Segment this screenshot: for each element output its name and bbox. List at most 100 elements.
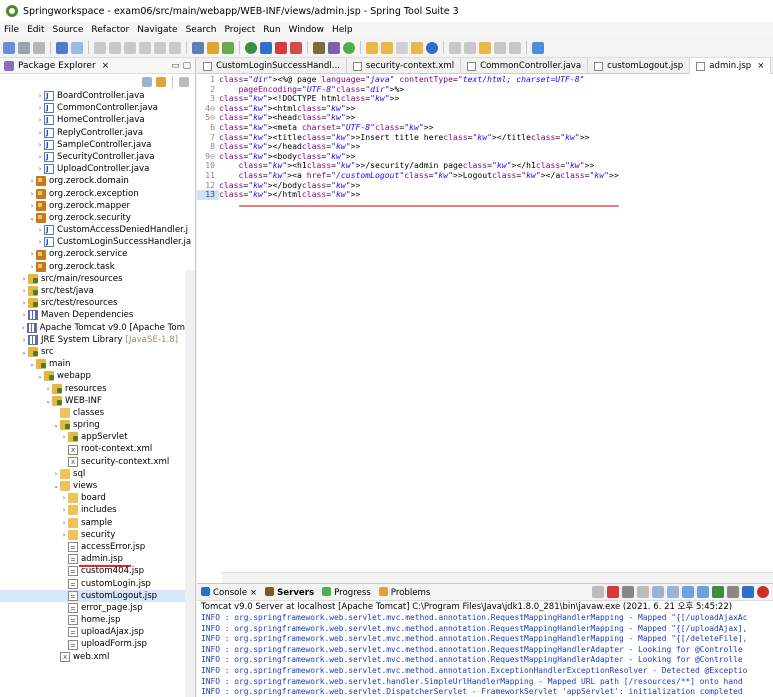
tree-item[interactable]: ⌄ spring: [0, 419, 195, 431]
suspend-icon[interactable]: [109, 41, 121, 54]
tree-item[interactable]: › Apache Tomcat v9.0 [Apache Tomca: [0, 322, 195, 334]
tree-item[interactable]: › CustomAccessDeniedHandler.j: [0, 224, 195, 236]
pen-icon[interactable]: [396, 41, 408, 54]
tab-console[interactable]: Console ⨯: [201, 586, 257, 598]
clear-console-icon[interactable]: [637, 586, 649, 598]
chevron-right-icon[interactable]: ›: [36, 127, 44, 139]
tree-item[interactable]: › ReplyController.java: [0, 127, 195, 139]
chevron-right-icon[interactable]: ›: [44, 383, 52, 395]
tree-item[interactable]: › HomeController.java: [0, 114, 195, 126]
skip-breakpoints-icon[interactable]: [71, 41, 83, 54]
tree-item[interactable]: › includes: [0, 504, 195, 516]
show-on-output-icon[interactable]: [682, 586, 694, 598]
chevron-right-icon[interactable]: ›: [60, 492, 68, 504]
chevron-down-icon[interactable]: ⌄: [36, 370, 44, 382]
tree-item[interactable]: › board: [0, 492, 195, 504]
tree-item[interactable]: › org.zerock.task: [0, 261, 195, 273]
back-icon[interactable]: [494, 41, 506, 54]
menu-edit[interactable]: Edit: [27, 25, 44, 35]
chevron-down-icon[interactable]: ⌄: [28, 212, 36, 224]
menu-window[interactable]: Window: [289, 25, 325, 35]
display-console-icon[interactable]: [727, 586, 739, 598]
code-editor[interactable]: 1 class="dir"><%@ page language="java" co…: [197, 74, 773, 207]
code-line[interactable]: 13 class="kw"></htmlclass="kw">>: [197, 189, 773, 200]
tree-item[interactable]: › src/main/resources: [0, 273, 195, 285]
tree-item[interactable]: › org.zerock.mapper: [0, 200, 195, 212]
tree-item[interactable]: › JRE System Library [JavaSE-1.8]: [0, 334, 195, 346]
new-package-icon[interactable]: [328, 41, 340, 54]
menu-navigate[interactable]: Navigate: [137, 25, 177, 35]
pin-console-icon[interactable]: [712, 586, 724, 598]
tree-item[interactable]: › appServlet: [0, 431, 195, 443]
chevron-right-icon[interactable]: ›: [36, 139, 44, 151]
new-class-icon[interactable]: [343, 41, 355, 54]
next-annotation-icon[interactable]: [449, 41, 461, 54]
chevron-right-icon[interactable]: ›: [60, 431, 68, 443]
globe-icon[interactable]: [426, 41, 438, 54]
tree-item[interactable]: › BoardController.java: [0, 90, 195, 102]
chevron-down-icon[interactable]: ⌄: [28, 358, 36, 370]
remove-launch-icon[interactable]: [592, 586, 604, 598]
chevron-right-icon[interactable]: ›: [36, 224, 44, 236]
minimize-maximize-icon[interactable]: ▭ ▢: [171, 61, 191, 71]
toggle-breadcrumb-icon[interactable]: [192, 41, 204, 54]
menu-project[interactable]: Project: [224, 25, 255, 35]
tree-item[interactable]: ⌄ webapp: [0, 370, 195, 382]
chevron-right-icon[interactable]: ›: [20, 334, 28, 346]
chevron-right-icon[interactable]: ›: [28, 200, 36, 212]
tree-item[interactable]: › Maven Dependencies: [0, 309, 195, 321]
tree-item[interactable]: classes: [0, 407, 195, 419]
close-icon[interactable]: ⨯: [757, 61, 764, 71]
tree-item[interactable]: › SampleController.java: [0, 139, 195, 151]
tree-item[interactable]: uploadAjax.jsp: [0, 626, 195, 638]
chevron-down-icon[interactable]: ⌄: [44, 395, 52, 407]
new-icon[interactable]: [3, 41, 15, 54]
menu-run[interactable]: Run: [263, 25, 280, 35]
terminate-icon[interactable]: [124, 41, 136, 54]
chevron-right-icon[interactable]: ›: [60, 517, 68, 529]
tree-item[interactable]: › CommonController.java: [0, 102, 195, 114]
new-java-project-icon[interactable]: [313, 41, 325, 54]
chevron-right-icon[interactable]: ›: [52, 468, 60, 480]
tree-item[interactable]: admin.jsp: [0, 553, 195, 568]
tree-item[interactable]: ⌄ main: [0, 358, 195, 370]
chevron-right-icon[interactable]: ›: [20, 273, 28, 285]
chevron-right-icon[interactable]: ›: [36, 102, 44, 114]
tree-item[interactable]: › sql: [0, 468, 195, 480]
chevron-right-icon[interactable]: ›: [60, 529, 68, 541]
chevron-right-icon[interactable]: ›: [36, 114, 44, 126]
tree-item[interactable]: › src/test/resources: [0, 297, 195, 309]
menu-file[interactable]: File: [4, 25, 19, 35]
tree-item[interactable]: › src/test/java: [0, 285, 195, 297]
chevron-right-icon[interactable]: ›: [28, 248, 36, 260]
chevron-right-icon[interactable]: ›: [36, 163, 44, 175]
editor-tab[interactable]: admin.jsp ⨯: [690, 58, 772, 74]
external-tools-icon[interactable]: [290, 41, 302, 54]
tree-item[interactable]: error_page.jsp: [0, 602, 195, 614]
editor-tab[interactable]: customLogout.jsp: [588, 58, 691, 74]
chevron-right-icon[interactable]: ›: [36, 151, 44, 163]
save-icon[interactable]: [18, 41, 30, 54]
save-all-icon[interactable]: [33, 41, 45, 54]
chevron-right-icon[interactable]: ›: [36, 236, 44, 248]
tree-item[interactable]: customLogout.jsp: [0, 589, 195, 602]
close-icon[interactable]: ⨯: [102, 61, 110, 71]
forward-icon[interactable]: [509, 41, 521, 54]
step-into-icon[interactable]: [154, 41, 166, 54]
menu-source[interactable]: Source: [53, 25, 84, 35]
scroll-lock-icon[interactable]: [652, 586, 664, 598]
chevron-right-icon[interactable]: ›: [28, 175, 36, 187]
previous-annotation-icon[interactable]: [464, 41, 476, 54]
tree-item[interactable]: › CustomLoginSuccessHandler.ja: [0, 236, 195, 248]
search-folder-icon[interactable]: [411, 41, 423, 54]
tree-item[interactable]: web.xml: [0, 651, 195, 663]
menu-refactor[interactable]: Refactor: [91, 25, 129, 35]
collapse-all-icon[interactable]: [142, 77, 152, 87]
word-wrap-icon[interactable]: [667, 586, 679, 598]
chevron-right-icon[interactable]: ›: [28, 261, 36, 273]
open-type-icon[interactable]: [366, 41, 378, 54]
chevron-right-icon[interactable]: ›: [60, 504, 68, 516]
chevron-right-icon[interactable]: ›: [28, 188, 36, 200]
chevron-right-icon[interactable]: ›: [20, 285, 28, 297]
spring-boot-icon[interactable]: [207, 41, 219, 54]
